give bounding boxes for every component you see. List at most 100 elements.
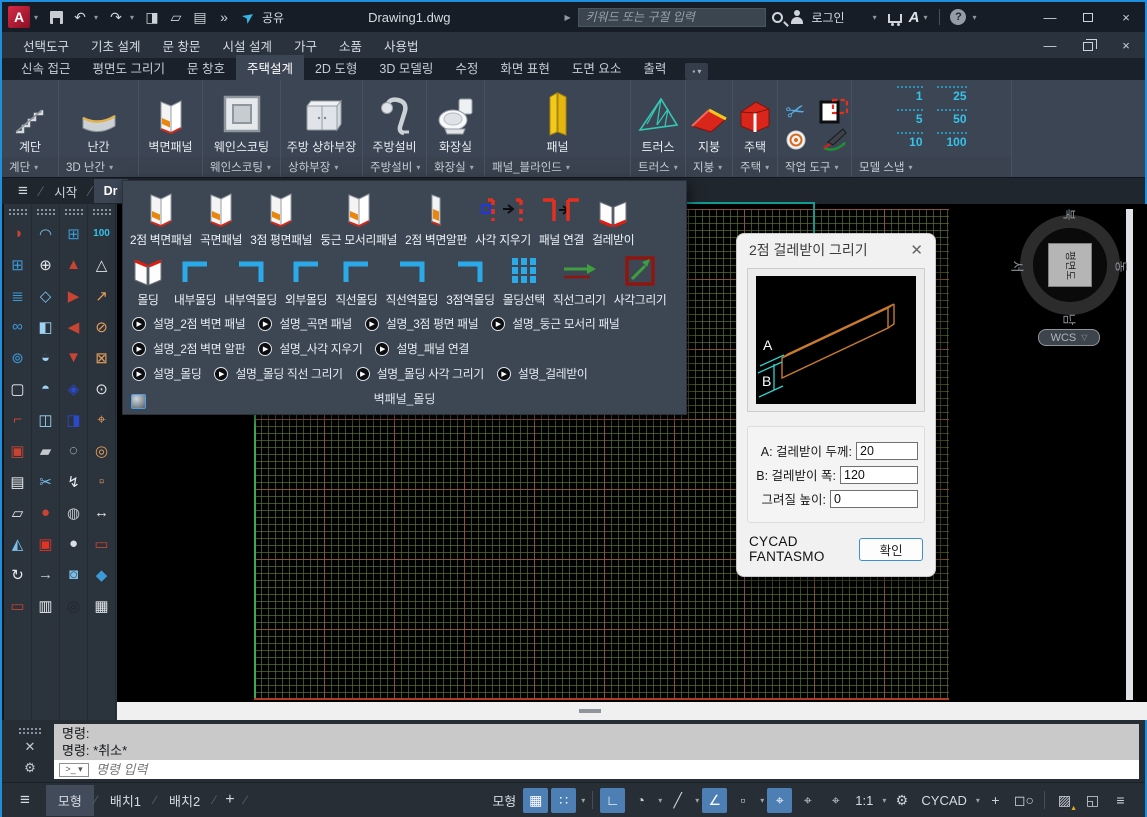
flyout-item-몰딩[interactable]: 몰딩 xyxy=(130,253,166,308)
angle-override-toggle[interactable]: ∠ xyxy=(702,788,727,813)
toolbar-grip-handle[interactable] xyxy=(93,209,111,215)
ribbon-group-label-화장실[interactable]: 화장실▾ xyxy=(427,157,484,177)
help-link-설명_패널 연결[interactable]: ▶설명_패널 연결 xyxy=(375,340,469,357)
help-link-설명_둥근 모서리 패널[interactable]: ▶설명_둥근 모서리 패널 xyxy=(491,315,619,332)
flyout-item-몰딩선택[interactable]: 몰딩선택 xyxy=(503,253,545,308)
tool-icon[interactable]: ▦ xyxy=(89,590,115,621)
compass-west-label[interactable]: 서 xyxy=(1008,261,1027,273)
open-folder-icon[interactable]: ▱ xyxy=(166,6,186,28)
search-input[interactable] xyxy=(578,8,766,27)
tool-icon[interactable]: ◌ xyxy=(61,435,87,466)
tool-icon[interactable]: ⊚ xyxy=(5,342,31,373)
customization-menu[interactable]: ≡ xyxy=(1108,788,1133,813)
minimize-button[interactable]: — xyxy=(1031,2,1069,32)
polar-tracking-toggle-caret-icon[interactable]: ▾ xyxy=(658,796,662,805)
thickness-input[interactable] xyxy=(856,442,918,460)
ribbon-tab-평면도 그리기[interactable]: 평면도 그리기 xyxy=(81,55,175,80)
tool-icon[interactable]: ◒ xyxy=(33,342,59,373)
compass-south-label[interactable]: 남 xyxy=(1060,314,1079,326)
ribbon-button-지붕[interactable]: 지붕 xyxy=(686,80,732,157)
tool-icon[interactable]: ⊞ xyxy=(61,218,87,249)
snap-value-25[interactable]: 25 xyxy=(937,86,967,103)
ribbon-tab-신속 접근[interactable]: 신속 접근 xyxy=(10,55,81,80)
ribbon-button-모델 스냅[interactable]: 12555010100 xyxy=(852,80,1011,157)
user-icon[interactable] xyxy=(787,6,807,28)
layout-tab-배치1[interactable]: 배치1 xyxy=(98,785,153,816)
help-icon[interactable]: ? xyxy=(948,6,968,28)
app-store-cart-icon[interactable] xyxy=(885,6,905,28)
close-button[interactable]: × xyxy=(1107,2,1145,32)
render-sphere-icon[interactable] xyxy=(131,394,146,409)
app-logo[interactable]: A xyxy=(8,6,30,28)
tool-icon[interactable]: ◨ xyxy=(61,404,87,435)
wcs-dropdown[interactable]: WCS▽ xyxy=(1038,329,1100,346)
tool-icon[interactable]: ∞ xyxy=(5,311,31,342)
tool-icon[interactable]: ▣ xyxy=(33,528,59,559)
autosnap-marker-toggle[interactable]: ⌖ xyxy=(767,788,792,813)
brand-caret-icon[interactable]: ▾ xyxy=(923,13,931,22)
app-menu-caret-icon[interactable]: ▾ xyxy=(34,13,42,22)
ribbon-tab-3D 모델링[interactable]: 3D 모델링 xyxy=(368,55,444,80)
ribbon-group-label-웨인스코팅[interactable]: 웨인스코팅▾ xyxy=(203,157,280,177)
brand-a-icon[interactable]: A xyxy=(909,9,920,26)
ribbon-group-label-작업 도구[interactable]: 작업 도구▾ xyxy=(778,157,851,177)
flyout-item-내부역몰딩[interactable]: 내부역몰딩 xyxy=(224,253,277,308)
add-cleanup-cross[interactable]: + xyxy=(983,788,1008,813)
flyout-item-걸레받이[interactable]: 걸레받이 xyxy=(592,187,634,248)
flyout-item-곡면패널[interactable]: 곡면패널 xyxy=(200,187,242,248)
tool-icon[interactable]: ● xyxy=(61,528,87,559)
tool-icon[interactable]: ▶ xyxy=(61,280,87,311)
ribbon-tab-화면 표현[interactable]: 화면 표현 xyxy=(489,55,560,80)
tool-icon[interactable]: ● xyxy=(33,497,59,528)
snap-value-5[interactable]: 5 xyxy=(897,109,923,126)
redo-icon[interactable]: ↷ xyxy=(106,6,126,28)
tool-icon[interactable]: ▼ xyxy=(61,342,87,373)
command-close-icon[interactable]: ✕ xyxy=(25,739,36,755)
new-drawing-icon[interactable]: ▤ xyxy=(190,6,210,28)
flyout-item-외부몰딩[interactable]: 외부몰딩 xyxy=(285,253,327,308)
tool-icon[interactable]: ▣ xyxy=(5,435,31,466)
flyout-item-직선그리기[interactable]: 직선그리기 xyxy=(553,253,606,308)
compass-plan-view-face[interactable]: 평면도 xyxy=(1048,243,1092,287)
help-link-설명_몰딩 직선 그리기[interactable]: ▶설명_몰딩 직선 그리기 xyxy=(214,365,342,382)
ribbon-tab-출력[interactable]: 출력 xyxy=(632,55,677,80)
grid-display-toggle[interactable]: ▦ xyxy=(523,788,548,813)
search-expand-icon[interactable]: ▶ xyxy=(564,13,572,22)
tool-icon[interactable]: ◑ xyxy=(5,218,31,249)
flyout-item-2점 벽면패널[interactable]: 2점 벽면패널 xyxy=(130,187,192,248)
tool-icon[interactable]: ⊞ xyxy=(5,249,31,280)
tool-icon[interactable]: ↻ xyxy=(5,559,31,590)
annotation-scale-caret-icon[interactable]: ▾ xyxy=(882,796,886,805)
ok-button[interactable]: 확인 xyxy=(859,538,923,561)
ribbon-group-label-계단[interactable]: 계단▾ xyxy=(2,157,58,177)
share-plane-icon[interactable]: ➤ xyxy=(238,6,258,28)
toolbar-grip-handle[interactable] xyxy=(37,209,55,215)
ribbon-tab-주택설계[interactable]: 주택설계 xyxy=(236,55,304,80)
ribbon-tab-수정[interactable]: 수정 xyxy=(444,55,489,80)
share-label[interactable]: 공유 xyxy=(262,9,284,26)
tool-icon[interactable]: ▲ xyxy=(61,249,87,280)
ribbon-group-label-모델 스냅[interactable]: 모델 스냅▾ xyxy=(852,157,1011,177)
ribbon-button-주방 상하부장[interactable]: 주방 상하부장 xyxy=(281,80,362,157)
command-history[interactable]: 명령: 명령: *취소* xyxy=(54,724,1139,760)
doc-minimize-button[interactable]: — xyxy=(1031,32,1069,58)
horizontal-scrollbar[interactable] xyxy=(117,702,1147,720)
ribbon-tab-2D 도형[interactable]: 2D 도형 xyxy=(304,55,368,80)
ribbon-group-label-주방설비[interactable]: 주방설비▾ xyxy=(363,157,426,177)
undo-caret-icon[interactable]: ▾ xyxy=(94,13,102,22)
ribbon-tab-문 창호[interactable]: 문 창호 xyxy=(176,55,236,80)
tool-icon[interactable]: ⌖ xyxy=(89,404,115,435)
new-layout-button[interactable]: + xyxy=(216,791,243,809)
help-link-설명_2점 벽면 패널[interactable]: ▶설명_2점 벽면 패널 xyxy=(132,315,245,332)
layout-tab-배치2[interactable]: 배치2 xyxy=(157,785,212,816)
toolbar-grip-handle[interactable] xyxy=(65,209,83,215)
ribbon-group-label-지붕[interactable]: 지붕▾ xyxy=(686,157,732,177)
snap-value-50[interactable]: 50 xyxy=(937,109,967,126)
tool-icon[interactable]: ▥ xyxy=(33,590,59,621)
snap-value-1[interactable]: 1 xyxy=(897,86,923,103)
help-link-설명_2점 벽면 알판[interactable]: ▶설명_2점 벽면 알판 xyxy=(132,340,245,357)
ribbon-tab-도면 요소[interactable]: 도면 요소 xyxy=(561,55,632,80)
object-snap-toggle[interactable]: ▫ xyxy=(730,788,755,813)
model-space-label[interactable]: 모형 xyxy=(488,791,520,810)
tool-icon[interactable]: 100 xyxy=(89,218,115,249)
